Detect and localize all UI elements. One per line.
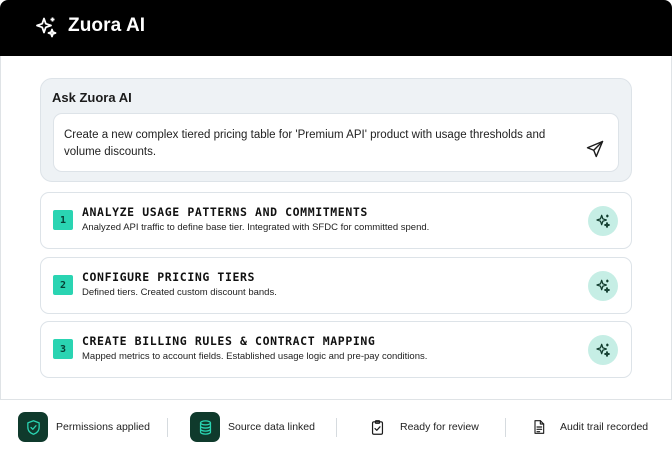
status-icon-plain (362, 412, 392, 442)
step-description: Defined tiers. Created custom discount b… (82, 287, 277, 298)
step-ai-button[interactable] (588, 206, 618, 236)
sparkles-icon (596, 343, 610, 357)
status-audit-trail: Audit trail recorded (524, 412, 648, 442)
status-permissions: Permissions applied (18, 412, 150, 442)
step-number-badge: 3 (53, 339, 73, 359)
send-button[interactable] (582, 136, 608, 162)
status-label: Permissions applied (56, 421, 150, 433)
status-icon-plain (524, 412, 554, 442)
top-bar: Zuora AI (0, 0, 672, 56)
status-label: Source data linked (228, 421, 315, 433)
status-ready-review: Ready for review (362, 412, 479, 442)
sparkles-icon (36, 17, 57, 38)
status-source-data: Source data linked (190, 412, 315, 442)
status-label: Audit trail recorded (560, 421, 649, 433)
step-description: Mapped metrics to account fields. Establ… (82, 351, 428, 362)
step-title: CREATE BILLING RULES & CONTRACT MAPPING (82, 334, 376, 348)
step-ai-button[interactable] (588, 271, 618, 301)
step-ai-button[interactable] (588, 335, 618, 365)
step-number-badge: 2 (53, 275, 73, 295)
divider (505, 418, 506, 437)
step-description: Analyzed API traffic to define base tier… (82, 222, 430, 233)
database-icon (199, 419, 211, 435)
send-icon (586, 140, 604, 158)
status-label: Ready for review (400, 421, 479, 433)
app-window: Zuora AI Ask Zuora AI Create a new compl… (0, 0, 672, 455)
sparkles-icon (596, 214, 610, 228)
step-card: 3 CREATE BILLING RULES & CONTRACT MAPPIN… (40, 321, 632, 378)
app-title: Zuora AI (68, 15, 146, 36)
clipboard-check-icon (371, 419, 383, 435)
status-icon-badge (190, 412, 220, 442)
shield-check-icon (26, 419, 40, 435)
step-title: CONFIGURE PRICING TIERS (82, 270, 256, 284)
status-icon-badge (18, 412, 48, 442)
sparkles-icon (596, 279, 610, 293)
step-card: 1 ANALYZE USAGE PATTERNS AND COMMITMENTS… (40, 192, 632, 249)
ask-panel-title: Ask Zuora AI (52, 90, 132, 105)
step-number-badge: 1 (53, 210, 73, 230)
prompt-text[interactable]: Create a new complex tiered pricing tabl… (64, 127, 554, 161)
step-card: 2 CONFIGURE PRICING TIERS Defined tiers.… (40, 257, 632, 314)
step-title: ANALYZE USAGE PATTERNS AND COMMITMENTS (82, 205, 368, 219)
divider (167, 418, 168, 437)
divider (336, 418, 337, 437)
document-icon (534, 420, 545, 434)
